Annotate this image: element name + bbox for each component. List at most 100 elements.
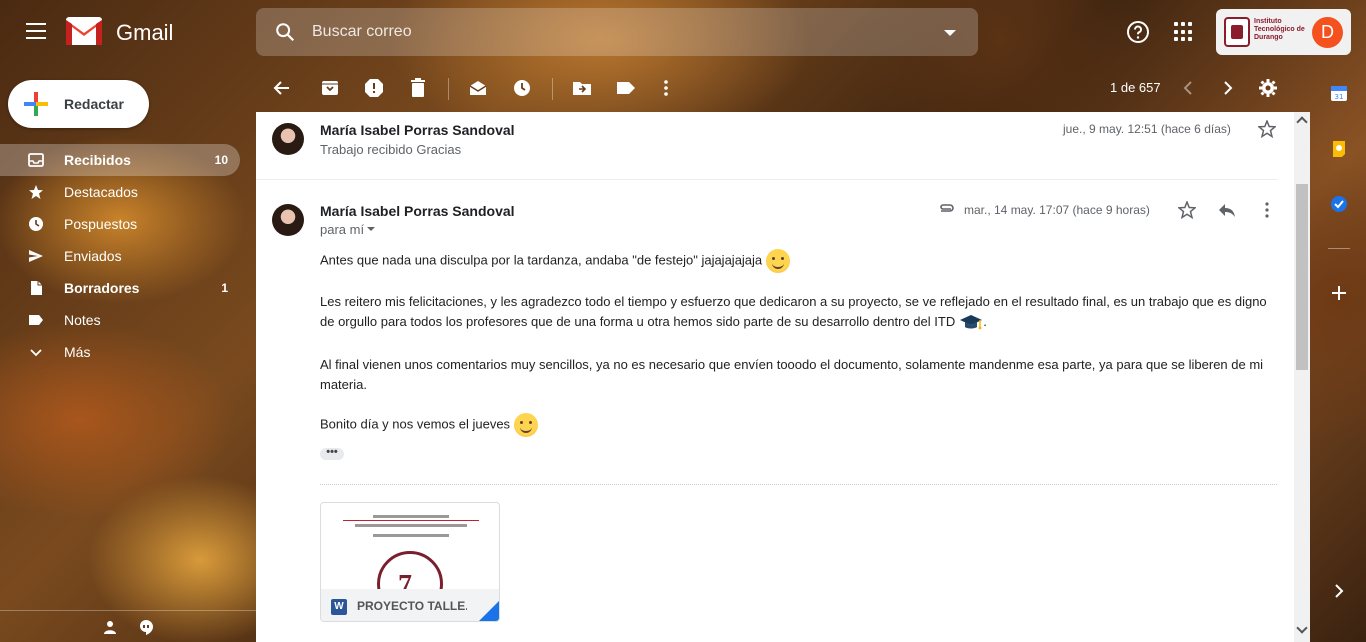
svg-text:31: 31 bbox=[1335, 93, 1344, 101]
keep-icon[interactable] bbox=[1330, 140, 1348, 158]
body-text: Les reitero mis felicitaciones, y les ag… bbox=[320, 294, 1267, 329]
body-paragraph: Antes que nada una disculpa por la tarda… bbox=[320, 249, 1277, 273]
compose-label: Redactar bbox=[64, 96, 124, 112]
label-icon[interactable] bbox=[616, 78, 636, 98]
draft-icon bbox=[31, 281, 42, 295]
star-icon[interactable] bbox=[1258, 120, 1276, 138]
gmail-logo[interactable] bbox=[66, 17, 102, 45]
clock-icon bbox=[29, 217, 43, 231]
sidebar-item-label: Borradores bbox=[64, 280, 140, 296]
scroll-down-icon[interactable] bbox=[1296, 622, 1308, 634]
message-date: jue., 9 may. 12:51 (hace 6 días) bbox=[1063, 122, 1231, 136]
scrollbar-thumb[interactable] bbox=[1296, 184, 1308, 370]
message-snippet[interactable]: Trabajo recibido Gracias bbox=[320, 142, 461, 157]
reply-icon[interactable] bbox=[1218, 201, 1236, 219]
snooze-icon[interactable] bbox=[512, 78, 532, 98]
back-arrow-icon[interactable] bbox=[272, 78, 292, 98]
body-paragraph: Al final vienen unos comentarios muy sen… bbox=[320, 355, 1277, 395]
person-icon[interactable] bbox=[102, 619, 118, 635]
show-trimmed-content-button[interactable]: ••• bbox=[320, 447, 344, 460]
sidebar-item-inbox[interactable]: Recibidos 10 bbox=[0, 144, 240, 176]
smiling-emoji-icon bbox=[514, 413, 539, 437]
main-menu-icon[interactable] bbox=[20, 20, 52, 44]
compose-button[interactable]: Redactar bbox=[8, 80, 149, 128]
draft-count: 1 bbox=[221, 281, 228, 295]
side-panel: 31 bbox=[1310, 64, 1366, 642]
top-bar: Gmail Instituto Tecnológico de Durango D bbox=[0, 0, 1366, 64]
sender-name[interactable]: María Isabel Porras Sandoval bbox=[320, 203, 515, 219]
body-text: Al final vienen unos comentarios muy sen… bbox=[320, 357, 1264, 392]
star-icon bbox=[29, 185, 43, 199]
avatar bbox=[272, 123, 304, 155]
star-icon[interactable] bbox=[1178, 201, 1196, 219]
sidebar-item-label: Enviados bbox=[64, 248, 122, 264]
preview-rule bbox=[343, 520, 479, 521]
word-doc-icon: W bbox=[331, 599, 347, 615]
graduation-cap-icon bbox=[960, 314, 983, 329]
scrollbar[interactable] bbox=[1294, 112, 1310, 642]
org-logo bbox=[1224, 17, 1250, 47]
scroll-up-icon[interactable] bbox=[1296, 116, 1308, 128]
calendar-icon[interactable]: 31 bbox=[1330, 84, 1348, 102]
sidebar-item-label: Notes bbox=[64, 312, 101, 328]
archive-icon[interactable] bbox=[320, 78, 340, 98]
sidebar-item-snoozed[interactable]: Pospuestos bbox=[0, 208, 240, 240]
sidebar-item-notes[interactable]: Notes bbox=[0, 304, 240, 336]
account-switcher[interactable]: Instituto Tecnológico de Durango D bbox=[1216, 9, 1351, 55]
sidebar-item-more[interactable]: Más bbox=[0, 336, 240, 368]
body-paragraph: Les reitero mis felicitaciones, y les ag… bbox=[320, 292, 1277, 332]
search-options-icon[interactable] bbox=[944, 30, 956, 36]
attachment-name: PROYECTO TALLE... bbox=[357, 599, 467, 613]
org-name: Instituto Tecnológico de Durango bbox=[1254, 18, 1305, 41]
unread-count: 10 bbox=[214, 153, 228, 167]
sidebar-nav: Recibidos 10 Destacados Pospuestos Envia… bbox=[0, 144, 256, 368]
sidebar-item-label: Pospuestos bbox=[64, 216, 138, 232]
delete-icon[interactable] bbox=[408, 78, 428, 98]
attachment-footer: W PROYECTO TALLE... bbox=[321, 589, 499, 621]
help-icon[interactable] bbox=[1126, 20, 1150, 44]
toolbar-divider bbox=[552, 78, 553, 100]
sidebar-item-drafts[interactable]: Borradores 1 bbox=[0, 272, 240, 304]
add-addon-icon[interactable] bbox=[1330, 284, 1348, 302]
inbox-icon bbox=[28, 153, 44, 167]
sender-name[interactable]: María Isabel Porras Sandoval bbox=[320, 122, 515, 138]
mark-unread-icon[interactable] bbox=[468, 78, 488, 98]
prev-icon[interactable] bbox=[1178, 78, 1198, 98]
hangouts-icon[interactable] bbox=[138, 619, 154, 635]
sidebar-item-label: Más bbox=[64, 344, 91, 360]
preview-line bbox=[373, 534, 449, 537]
sidebar-item-sent[interactable]: Enviados bbox=[0, 240, 240, 272]
avatar[interactable]: D bbox=[1312, 17, 1343, 48]
recipient-label[interactable]: para mí bbox=[320, 222, 364, 237]
send-icon bbox=[29, 250, 43, 262]
smiling-emoji-icon bbox=[766, 249, 791, 273]
search-icon[interactable] bbox=[274, 21, 296, 43]
pagination-text: 1 de 657 bbox=[1110, 80, 1161, 95]
body-text: Bonito día y nos vemos el jueves bbox=[320, 416, 511, 432]
message-divider bbox=[256, 179, 1278, 180]
chevron-right-icon[interactable] bbox=[1330, 582, 1348, 600]
side-panel-divider bbox=[1328, 248, 1350, 249]
more-vert-icon[interactable] bbox=[1258, 201, 1276, 219]
body-paragraph: Bonito día y nos vemos el jueves bbox=[320, 413, 1277, 437]
sidebar-item-label: Destacados bbox=[64, 184, 138, 200]
chevron-down-icon bbox=[30, 349, 42, 357]
body-text: Antes que nada una disculpa por la tarda… bbox=[320, 252, 763, 268]
attachment-icon bbox=[940, 204, 954, 212]
move-to-icon[interactable] bbox=[572, 78, 592, 98]
attachment-card[interactable]: 7 W PROYECTO TALLE... bbox=[320, 502, 500, 622]
sidebar-footer bbox=[0, 610, 256, 642]
next-icon[interactable] bbox=[1218, 78, 1238, 98]
sidebar-item-label: Recibidos bbox=[64, 152, 131, 168]
search-input[interactable] bbox=[312, 22, 912, 42]
recipient-details-icon[interactable] bbox=[366, 224, 376, 234]
tasks-icon[interactable] bbox=[1330, 195, 1348, 213]
preview-line bbox=[373, 515, 449, 518]
sidebar-item-starred[interactable]: Destacados bbox=[0, 176, 240, 208]
settings-icon[interactable] bbox=[1258, 78, 1278, 98]
message-date: mar., 14 may. 17:07 (hace 9 horas) bbox=[964, 203, 1150, 217]
report-spam-icon[interactable] bbox=[364, 78, 384, 98]
more-vert-icon[interactable] bbox=[656, 78, 676, 98]
preview-line bbox=[355, 524, 467, 527]
apps-grid-icon[interactable] bbox=[1174, 22, 1194, 42]
